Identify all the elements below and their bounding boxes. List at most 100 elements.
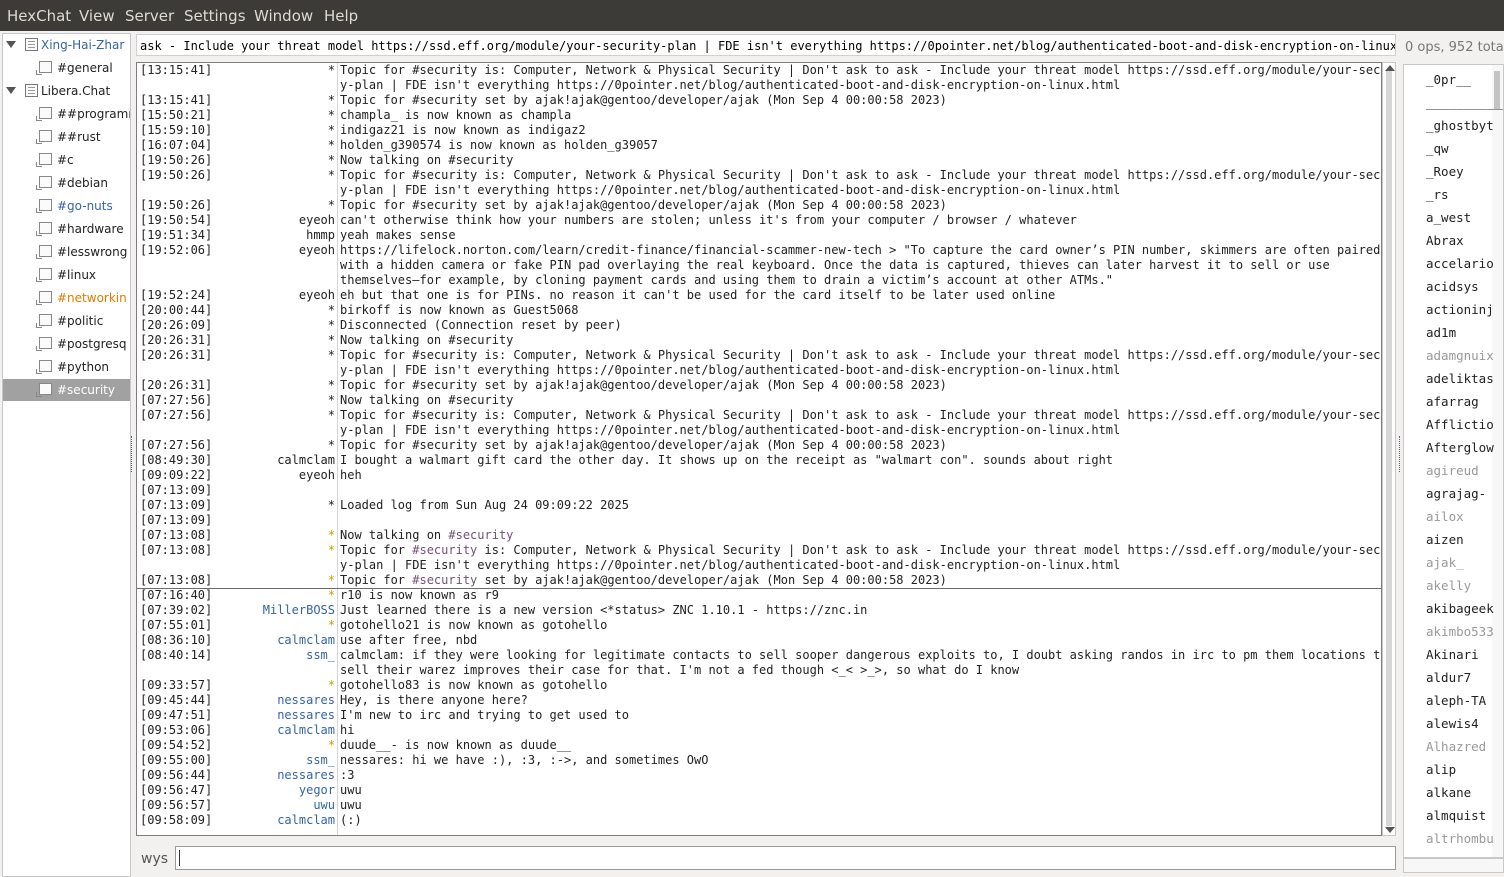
user-list-item[interactable]: Akinari [1426, 647, 1479, 662]
nick[interactable]: ssm_ [306, 648, 335, 663]
user-list-item[interactable]: actioninj [1426, 302, 1494, 317]
nick: * [327, 588, 335, 602]
user-list-item[interactable]: acidsys [1426, 279, 1479, 294]
channel-general[interactable]: #general [3, 57, 130, 79]
nick[interactable]: calmclam [277, 633, 335, 648]
user-list-item[interactable]: _ghostbyt [1426, 118, 1494, 133]
user-list-item[interactable]: almquist [1426, 808, 1486, 823]
nick[interactable]: calmclam [277, 453, 335, 468]
user-list-item[interactable]: altrhombu [1426, 831, 1494, 846]
scroll-thumb[interactable] [1386, 71, 1392, 826]
channel-security[interactable]: #security [3, 379, 130, 401]
user-list-item[interactable]: afarrag [1426, 394, 1479, 409]
user-list-item[interactable]: _qw [1426, 141, 1449, 156]
user-list-item[interactable]: accelario [1426, 256, 1494, 271]
left-pane-grip[interactable] [131, 436, 134, 472]
channel-postgresq[interactable]: #postgresq [3, 333, 130, 355]
user-list-item[interactable]: _0pr__ [1426, 72, 1471, 87]
nick[interactable]: nessares [277, 708, 335, 723]
chat-log[interactable]: [13:15:41] * Topic for #security is: Compu… [136, 62, 1382, 836]
user-list[interactable]: _0pr__ _____________ _ghostbyt _qw _Roey _rsa… [1403, 64, 1504, 858]
user-list-item[interactable]: _____________ [1426, 95, 1503, 110]
message-input-box[interactable] [175, 846, 1396, 870]
user-list-item[interactable]: alewis4 [1426, 716, 1479, 731]
user-list-item[interactable]: adamgnuix [1426, 348, 1494, 363]
user-list-item[interactable]: akibageek [1426, 601, 1494, 616]
nick[interactable]: calmclam [277, 813, 335, 828]
expander-icon[interactable] [6, 41, 16, 48]
scroll-down-icon[interactable] [1385, 827, 1395, 833]
user-list-item[interactable]: a_west [1426, 210, 1471, 225]
message-input[interactable] [182, 847, 1382, 869]
nick[interactable]: calmclam [277, 723, 335, 738]
user-list-item[interactable]: Abrax [1426, 233, 1464, 248]
user-list-item[interactable]: ad1m [1426, 325, 1456, 340]
user-list-item[interactable]: Afterglow [1426, 440, 1494, 455]
nick[interactable]: hmmp [306, 228, 335, 243]
channel-hardware[interactable]: #hardware [3, 218, 130, 240]
timestamp: [09:09:22] [140, 468, 213, 482]
nick[interactable]: ssm_ [306, 753, 335, 768]
channel-go-nuts[interactable]: #go-nuts [3, 195, 130, 217]
user-list-item[interactable]: agrajag- [1426, 486, 1486, 501]
menu-settings[interactable]: Settings [184, 7, 246, 25]
menu-view[interactable]: View [79, 7, 115, 25]
chat-line: [07:13:09] [137, 483, 1381, 498]
user-list-item[interactable]: ailox [1426, 509, 1464, 524]
chat-line: [16:07:04] * holden_g390574 is now known a… [137, 138, 1381, 153]
user-list-item[interactable]: adeliktas [1426, 371, 1494, 386]
nick-button[interactable]: wys [141, 851, 168, 867]
user-list-item[interactable]: _Roey [1426, 164, 1464, 179]
nick[interactable]: eyeoh [299, 468, 335, 483]
user-list-item[interactable]: alkane [1426, 785, 1471, 800]
chat-scrollbar[interactable] [1382, 62, 1396, 836]
nick: * [327, 393, 335, 407]
message-text: uwu [340, 798, 362, 812]
user-list-item[interactable]: Afflictio [1426, 417, 1494, 432]
nick[interactable]: eyeoh [299, 243, 335, 258]
user-list-item[interactable]: _rs [1426, 187, 1449, 202]
user-list-item[interactable]: akelly [1426, 578, 1471, 593]
user-list-item[interactable]: Alhazred [1426, 739, 1486, 754]
channel-c[interactable]: #c [3, 149, 130, 171]
user-list-item[interactable]: agireud [1426, 463, 1479, 478]
nick[interactable]: nessares [277, 768, 335, 783]
message-text: uwu [340, 783, 362, 797]
nick[interactable]: eyeoh [299, 288, 335, 303]
message-text: Topic for #security is: Computer, Networ… [340, 348, 1382, 362]
timestamp: [08:49:30] [140, 453, 213, 467]
user-list-item[interactable]: aleph-TA [1426, 693, 1486, 708]
nick[interactable]: MillerBOSS [263, 603, 335, 618]
channel-python[interactable]: #python [3, 356, 130, 378]
channel-linux[interactable]: #linux [3, 264, 130, 286]
message-text: with a hidden camera or fake PIN pad ove… [340, 258, 1330, 272]
channel-icon [36, 360, 52, 374]
channel-lesswrong[interactable]: #lesswrong [3, 241, 130, 263]
channel-networkin[interactable]: #networkin [3, 287, 130, 309]
menu-server[interactable]: Server [125, 7, 174, 25]
topic-bar[interactable]: ask - Include your threat model https://… [136, 34, 1396, 56]
server-xing-hai-zhar[interactable]: Xing-Hai-Zhar [3, 34, 130, 56]
channel-programm[interactable]: ##programm [3, 103, 130, 125]
menu-help[interactable]: Help [324, 7, 358, 25]
user-list-item[interactable]: akimbo533 [1426, 624, 1494, 639]
nick[interactable]: eyeoh [299, 213, 335, 228]
tree-item-label: #networkin [57, 291, 127, 305]
menu-window[interactable]: Window [254, 7, 313, 25]
channel-politic[interactable]: #politic [3, 310, 130, 332]
server-libera-chat[interactable]: Libera.Chat [3, 80, 130, 102]
user-list-item[interactable]: ajak_ [1426, 555, 1464, 570]
user-list-item[interactable]: alip [1426, 762, 1456, 777]
expander-icon[interactable] [6, 87, 16, 94]
user-list-item[interactable]: aldur7 [1426, 670, 1471, 685]
menu-hexchat[interactable]: HexChat [7, 7, 71, 25]
channel-debian[interactable]: #debian [3, 172, 130, 194]
right-pane-grip[interactable] [1399, 436, 1402, 472]
nick: * [327, 408, 335, 422]
nick[interactable]: nessares [277, 693, 335, 708]
channel-rust[interactable]: ##rust [3, 126, 130, 148]
nick[interactable]: yegor [299, 783, 335, 798]
nick[interactable]: uwu [313, 798, 335, 813]
user-list-scrollbar[interactable] [1492, 65, 1503, 857]
user-list-item[interactable]: aizen [1426, 532, 1464, 547]
